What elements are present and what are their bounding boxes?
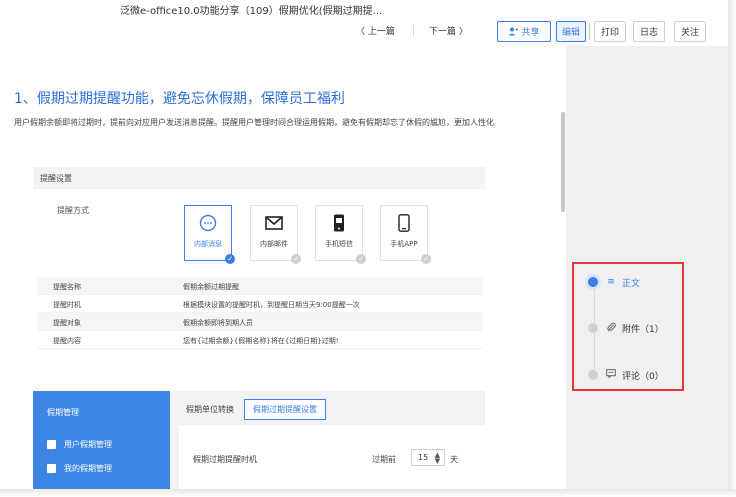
nav-divider [413,25,414,37]
option-label: 手机APP [390,240,418,248]
before-expiry-label: 过期前 [372,455,396,464]
tab-unit-conversion[interactable]: 假期单位转换 [186,404,234,415]
window: 泛微e-office10.0功能分享（109）假期优化(假期过期提... 〈 上… [0,0,736,497]
edit-button-label: 编辑 [561,28,580,38]
follow-button[interactable]: 关注 [674,21,706,42]
toc-item-body[interactable]: ≡ 正文 [588,275,640,289]
table-row: 提醒内容 您有{过期余额}{假期名称}将在{过期日期}过期! [37,331,483,349]
reminder-info-table: 提醒名称 假期余额过期提醒 提醒时机 根据模块设置的提醒时机，到提醒日期当天9:… [37,277,483,349]
remind-method-label: 提醒方式 [57,206,89,215]
toc-item-comments[interactable]: 评论（0） [588,368,664,382]
section-heading: 1、假期过期提醒功能，避免忘休假期，保障员工福利 [14,91,345,107]
edit-button[interactable]: 编辑 [556,21,586,42]
check-icon: ✓ [356,254,366,264]
row-value: 您有{过期余额}{假期名称}将在{过期日期}过期! [183,337,339,345]
share-button-label: 共享 [521,28,540,38]
toolbar-divider [589,23,590,40]
phone-sms-icon [328,213,350,233]
settings-header: 提醒设置 [33,167,485,189]
option-label: 内部消息 [194,240,222,248]
sidebar-item-label: 用户假期管理 [64,440,112,449]
article-content: 1、假期过期提醒功能，避免忘休假期，保障员工福利 用户假期余额即将过期时，提前向… [0,46,560,489]
toc-dot [588,370,598,380]
row-key: 提醒内容 [53,337,81,345]
mobile-app-icon [393,213,415,233]
reminder-timing-form: 假期过期提醒时机 过期前 15 ▲ ▼ 天 [179,425,485,489]
text-lines-icon: ≡ [607,277,615,287]
row-value: 假期余额即将到期人员 [183,319,253,327]
mail-icon [263,213,285,233]
follow-button-label: 关注 [680,28,699,38]
days-unit-label: 天 [450,455,458,464]
window-shadow-bottom [0,489,736,497]
log-button[interactable]: 日志 [633,21,665,42]
print-button[interactable]: 打印 [594,21,626,42]
log-button-label: 日志 [639,28,658,38]
row-key: 提醒时机 [53,301,81,309]
print-button-label: 打印 [600,28,619,38]
timing-field-label: 假期过期提醒时机 [193,455,257,464]
next-article-link[interactable]: 下一篇 〉 [429,24,468,37]
list-icon [47,464,56,473]
sidebar-title: 假期管理 [47,408,79,417]
days-stepper[interactable]: 15 ▲ ▼ [411,449,445,466]
table-of-contents: ≡ 正文 附件（1） 评论（0） [572,262,684,391]
table-row: 提醒对象 假期余额即将到期人员 [37,313,483,331]
days-value: 15 [418,453,429,462]
leave-tabs: 假期单位转换 假期过期提醒设置 [186,398,326,420]
table-row: 提醒名称 假期余额过期提醒 [37,277,483,295]
toc-label: 附件（1） [622,324,664,335]
reminder-settings-image: 提醒设置 提醒方式 内部消息 ✓ 内部邮件 ✓ 手机短信 ✓ 手机APP ✓ 提… [33,167,485,367]
chat-bubble-icon [197,213,219,233]
scrollbar-thumb[interactable] [561,112,565,212]
row-key: 提醒对象 [53,319,81,327]
toc-item-attachment[interactable]: 附件（1） [588,321,664,335]
leave-management-image: 假期管理 用户假期管理 我的假期管理 假期单位转换 假期过期提醒设置 假期过期提… [33,391,485,489]
check-icon: ✓ [421,254,431,264]
toc-dot [588,277,598,287]
table-row: 提醒时机 根据模块设置的提醒时机，到提醒日期当天9:00提醒一次 [37,295,483,313]
share-button[interactable]: 共享 [497,21,551,42]
toc-label: 正文 [622,278,641,289]
intro-paragraph: 用户假期余额即将过期时，提前向对应用户发送消息提醒。提醒用户管理时间合理运用假期… [14,118,494,127]
sidebar-item-my-leave[interactable]: 我的假期管理 [47,463,112,474]
option-internal-message[interactable]: 内部消息 ✓ [184,205,235,264]
prev-article-link[interactable]: 〈 上一篇 [356,24,395,37]
document-title: 泛微e-office10.0功能分享（109）假期优化(假期过期提... [120,6,383,17]
sidebar-item-label: 我的假期管理 [64,464,112,473]
row-value: 根据模块设置的提醒时机，到提醒日期当天9:00提醒一次 [183,301,360,309]
window-shadow-right [728,0,736,497]
row-key: 提醒名称 [53,283,81,291]
sidebar-item-user-leave[interactable]: 用户假期管理 [47,439,112,450]
tab-expiry-reminder[interactable]: 假期过期提醒设置 [244,398,326,420]
check-icon: ✓ [225,254,235,264]
toc-dot [588,323,598,333]
row-value: 假期余额过期提醒 [183,283,239,291]
comment-icon [606,369,616,381]
check-icon: ✓ [291,254,301,264]
toc-label: 评论（0） [622,371,664,382]
paperclip-icon [606,322,616,335]
option-sms[interactable]: 手机短信 ✓ [315,205,366,264]
option-internal-mail[interactable]: 内部邮件 ✓ [250,205,301,264]
user-add-icon [508,27,519,36]
option-label: 手机短信 [325,240,353,248]
toolbar: 〈 上一篇 下一篇 〉 共享 编辑 打印 日志 关注 [0,21,728,43]
list-icon [47,440,56,449]
leave-sidebar: 假期管理 用户假期管理 我的假期管理 [33,391,170,489]
option-mobile-app[interactable]: 手机APP ✓ [380,205,431,264]
option-label: 内部邮件 [260,240,288,248]
stepper-arrows-icon[interactable]: ▲ ▼ [435,452,440,465]
